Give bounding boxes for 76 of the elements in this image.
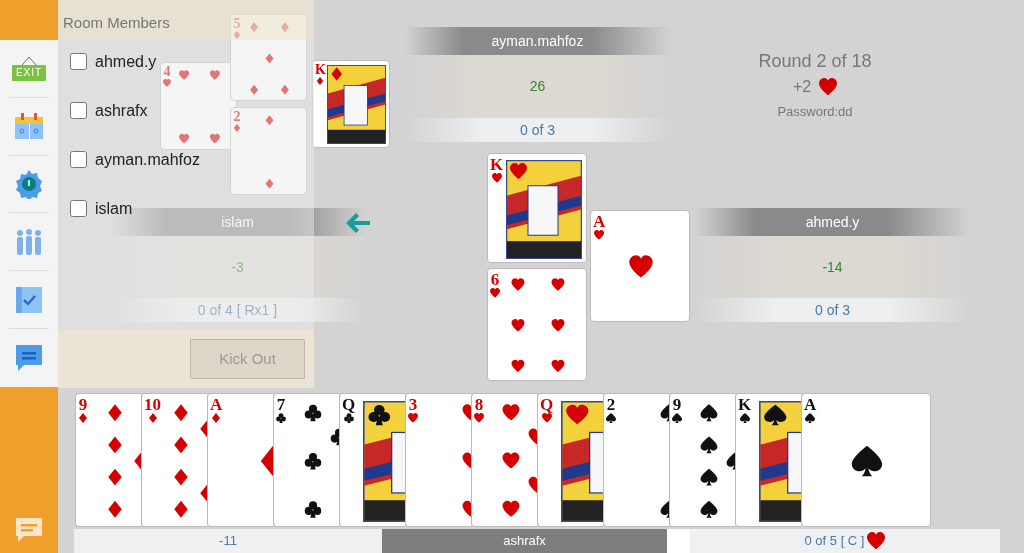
card-rank: 4 (163, 65, 171, 79)
club-icon (276, 413, 286, 423)
heart-icon (867, 532, 886, 550)
settings-icon[interactable] (14, 169, 44, 200)
card-rank: 2 (233, 110, 241, 124)
card-rank: 2 (606, 396, 616, 413)
member-name: islam (95, 199, 133, 219)
member-checkbox[interactable] (70, 102, 87, 119)
pips-drawing (851, 445, 883, 477)
heart-icon (819, 78, 838, 96)
playing-card[interactable]: 2 (603, 393, 669, 527)
card-rank: Q (540, 396, 554, 413)
playing-card[interactable]: 3 (405, 393, 471, 527)
player-name: ashrafx (382, 529, 667, 553)
member-checkbox[interactable] (70, 200, 87, 217)
chat-icon[interactable] (15, 344, 43, 373)
card-rank: A (804, 396, 817, 413)
member-name: ahmed.y (95, 52, 157, 72)
member-checkbox[interactable] (70, 151, 87, 168)
heart-icon (474, 413, 484, 423)
pips-drawing (629, 255, 653, 279)
checklist-icon[interactable] (15, 285, 43, 314)
playing-card[interactable]: 8 (471, 393, 537, 527)
player-name: ayman.mahfoz (405, 27, 670, 55)
card-rank: Q (342, 396, 356, 413)
spade-icon (606, 413, 616, 423)
playing-card[interactable]: Q (537, 393, 603, 527)
room-password: Password:dd (777, 103, 853, 121)
round-title: Round 2 of 18 (758, 50, 872, 73)
diamond-icon (316, 77, 325, 85)
bid-value: +2 (792, 77, 812, 97)
member-name: ayman.mahfoz (95, 150, 200, 170)
playing-card[interactable]: 9 (75, 393, 141, 527)
spade-icon (672, 413, 682, 423)
card-rank: 8 (474, 396, 484, 413)
card-rank: 6 (490, 271, 500, 288)
card-rank: 9 (672, 396, 682, 413)
spade-icon (739, 413, 750, 423)
player-score: -11 (74, 529, 382, 553)
member-name: ashrafx (95, 101, 148, 121)
card-rank: 7 (276, 396, 286, 413)
diamond-icon (233, 124, 241, 132)
spade-icon (805, 413, 816, 423)
member-checkbox[interactable] (70, 53, 87, 70)
playing-card[interactable]: 7 (273, 393, 339, 527)
card-rank: A (210, 396, 223, 413)
heart-icon (408, 413, 418, 423)
playing-card[interactable]: A (207, 393, 273, 527)
card-rank: 9 (78, 396, 88, 413)
heart-icon (163, 79, 171, 87)
playing-card[interactable]: 10 (141, 393, 207, 527)
card-rank: 3 (408, 396, 418, 413)
card-rank: K (315, 63, 326, 77)
heart-icon (490, 288, 500, 298)
card-rank: A (593, 213, 606, 230)
hanger-icon (21, 55, 37, 65)
playing-card[interactable]: K (735, 393, 801, 527)
playing-card[interactable]: A (801, 393, 931, 527)
diamond-icon (78, 413, 88, 423)
heart-icon (541, 413, 552, 423)
card-rank: 5 (233, 17, 241, 31)
sidebar-header-bar (0, 0, 58, 40)
club-icon (343, 413, 354, 423)
card-rank: 10 (144, 396, 161, 413)
card-rank: K (490, 156, 504, 173)
player-name: ahmed.y (695, 208, 970, 236)
heart-icon (594, 230, 605, 240)
calendar-icon[interactable] (14, 112, 44, 141)
heart-icon (491, 173, 502, 183)
trick-count: 0 of 5 [ C ] (804, 532, 865, 551)
diamond-icon (211, 413, 222, 423)
playing-card[interactable]: Q (339, 393, 405, 527)
diamond-icon (147, 413, 158, 423)
card-rank: K (738, 396, 752, 413)
bar-separator (667, 529, 690, 553)
playing-card[interactable]: 9 (669, 393, 735, 527)
